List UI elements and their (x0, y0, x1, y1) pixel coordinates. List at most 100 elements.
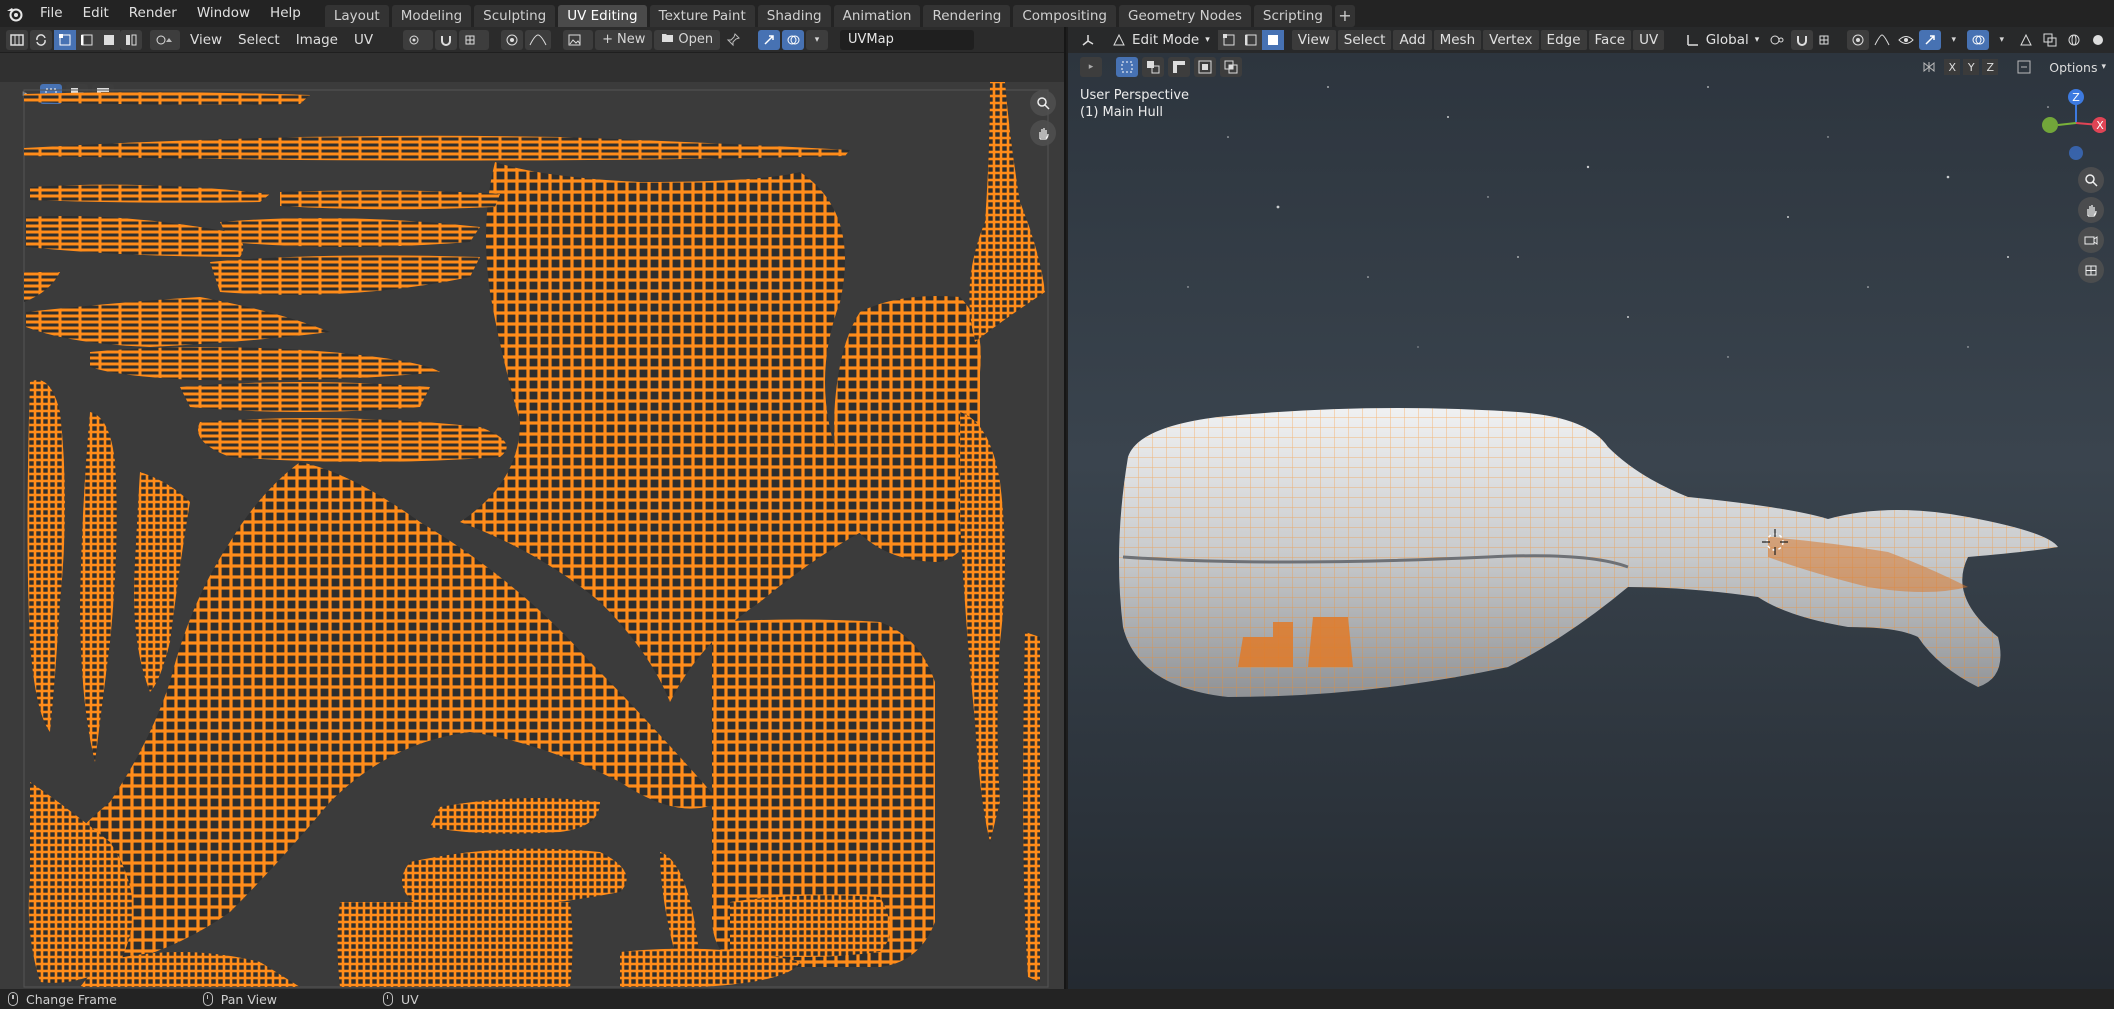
mode-dropdown[interactable]: Edit Mode ▾ (1104, 32, 1218, 48)
menu-select[interactable]: Select (230, 32, 288, 48)
tab-shading[interactable]: Shading (757, 4, 831, 27)
overlay-dropdown[interactable]: ▾ (806, 29, 828, 50)
tab-rendering[interactable]: Rendering (923, 4, 1011, 27)
uv-island (430, 798, 600, 834)
proportional-edit-toggle[interactable] (1846, 30, 1869, 50)
select-box-tool[interactable] (1116, 57, 1138, 77)
menu-uv[interactable]: UV (1633, 30, 1665, 50)
add-workspace-button[interactable]: + (1334, 4, 1355, 27)
visibility-dropdown[interactable] (1895, 30, 1917, 50)
edge-select-mode[interactable] (1239, 30, 1262, 50)
pan-view-button[interactable] (1030, 120, 1056, 146)
toggle-perspective-button[interactable] (2078, 257, 2104, 283)
open-image-button[interactable]: Open (654, 29, 721, 50)
snap-target-dropdown[interactable] (1815, 30, 1837, 50)
gizmo-dropdown[interactable]: ▾ (1943, 30, 1965, 50)
menu-image[interactable]: Image (288, 32, 346, 48)
overlay-toggle[interactable] (782, 29, 804, 50)
select-intersect-tool[interactable] (1220, 57, 1242, 77)
toolbar-expand-icon[interactable]: ▸ (1080, 57, 1102, 77)
tab-geometry-nodes[interactable]: Geometry Nodes (1119, 4, 1251, 27)
falloff-dropdown[interactable] (525, 29, 552, 50)
uv-island (834, 296, 981, 562)
menu-edit[interactable]: Edit (73, 0, 119, 27)
overlay-toggle[interactable] (1966, 30, 1989, 50)
face-select-mode[interactable] (1261, 30, 1284, 50)
falloff-curve-icon (1874, 34, 1890, 46)
mesh-edit-overlay-toggle[interactable] (2015, 30, 2037, 50)
mirror-z-toggle[interactable]: Z (1982, 59, 1999, 75)
mirror-options-icon[interactable] (1918, 57, 1940, 77)
image-browse-dropdown[interactable] (563, 29, 594, 50)
menu-select[interactable]: Select (1337, 30, 1392, 50)
snap-toggle[interactable] (1791, 30, 1814, 50)
sticky-selection-dropdown[interactable] (150, 29, 180, 50)
zoom-view-button[interactable] (2078, 167, 2104, 193)
snapping-options-icon[interactable] (2013, 57, 2035, 77)
tab-compositing[interactable]: Compositing (1013, 4, 1116, 27)
menu-file[interactable]: File (30, 0, 73, 27)
tab-modeling[interactable]: Modeling (391, 4, 472, 27)
menu-view[interactable]: View (182, 32, 230, 48)
new-image-button[interactable]: + New (595, 29, 653, 50)
gizmo-toggle[interactable] (1918, 30, 1941, 50)
tab-layout[interactable]: Layout (324, 4, 389, 27)
sync-selection-toggle[interactable] (30, 29, 52, 50)
vertex-select-mode[interactable] (54, 29, 76, 50)
menu-add[interactable]: Add (1393, 30, 1432, 50)
3d-cursor-icon[interactable] (1760, 527, 1790, 561)
pan-view-button[interactable] (2078, 197, 2104, 223)
snap-target-dropdown[interactable] (459, 29, 490, 50)
options-dropdown[interactable]: Options ▾ (2049, 60, 2106, 75)
falloff-dropdown[interactable] (1871, 30, 1893, 50)
vertex-select-mode[interactable] (1217, 30, 1240, 50)
y-axis-handle[interactable] (2042, 117, 2058, 133)
menu-face[interactable]: Face (1588, 30, 1632, 50)
edge-select-mode[interactable] (76, 29, 98, 50)
pivot-point-dropdown[interactable] (1767, 30, 1789, 50)
zoom-view-button[interactable] (1030, 90, 1056, 116)
island-select-mode[interactable] (120, 29, 142, 50)
menu-window[interactable]: Window (187, 0, 260, 27)
pin-image-toggle[interactable] (722, 30, 744, 50)
menu-view[interactable]: View (1291, 30, 1336, 50)
pivot-icon (409, 35, 419, 44)
3d-viewport[interactable]: Edit Mode ▾ View Select Add Mesh Vertex … (1068, 27, 2114, 989)
menu-vertex[interactable]: Vertex (1483, 30, 1539, 50)
neg-z-axis-handle[interactable] (2069, 146, 2083, 160)
menu-render[interactable]: Render (119, 0, 187, 27)
mirror-x-toggle[interactable]: X (1944, 59, 1961, 75)
pivot-point-dropdown[interactable] (403, 29, 434, 50)
face-select-mode[interactable] (98, 29, 120, 50)
xray-toggle[interactable] (2039, 30, 2061, 50)
tab-animation[interactable]: Animation (833, 4, 921, 27)
select-subtract-tool[interactable] (1168, 57, 1190, 77)
menu-help[interactable]: Help (260, 0, 311, 27)
tab-sculpting[interactable]: Sculpting (474, 4, 556, 27)
uv-map-field[interactable]: UVMap (840, 29, 974, 50)
menu-mesh[interactable]: Mesh (1433, 30, 1482, 50)
menu-edge[interactable]: Edge (1540, 30, 1587, 50)
magnet-icon (1797, 36, 1808, 46)
overlay-dropdown[interactable]: ▾ (1991, 30, 2013, 50)
editor-type-dropdown[interactable] (1080, 30, 1102, 50)
proportional-edit-toggle[interactable] (501, 29, 524, 50)
tab-scripting[interactable]: Scripting (1253, 4, 1332, 27)
tab-uv-editing[interactable]: UV Editing (558, 4, 647, 27)
pivot-icon (1770, 35, 1784, 45)
camera-view-button[interactable] (2078, 227, 2104, 253)
snap-toggle[interactable] (435, 29, 458, 50)
menu-uv[interactable]: UV (346, 32, 381, 48)
editor-type-dropdown[interactable] (6, 29, 28, 50)
blender-logo-icon[interactable] (0, 0, 30, 27)
select-extend-tool[interactable] (1142, 57, 1164, 77)
select-invert-tool[interactable] (1194, 57, 1216, 77)
transform-orientation-dropdown[interactable]: Global ▾ (1678, 32, 1768, 48)
shading-solid[interactable] (2087, 30, 2109, 50)
uv-mesh-layout[interactable] (0, 82, 1064, 989)
uv-canvas[interactable]: ▸ (0, 82, 1064, 989)
mirror-y-toggle[interactable]: Y (1963, 59, 1980, 75)
shading-wireframe[interactable] (2063, 30, 2085, 50)
tab-texture-paint[interactable]: Texture Paint (649, 4, 755, 27)
uv-sync-gizmo-toggle[interactable] (758, 29, 780, 50)
